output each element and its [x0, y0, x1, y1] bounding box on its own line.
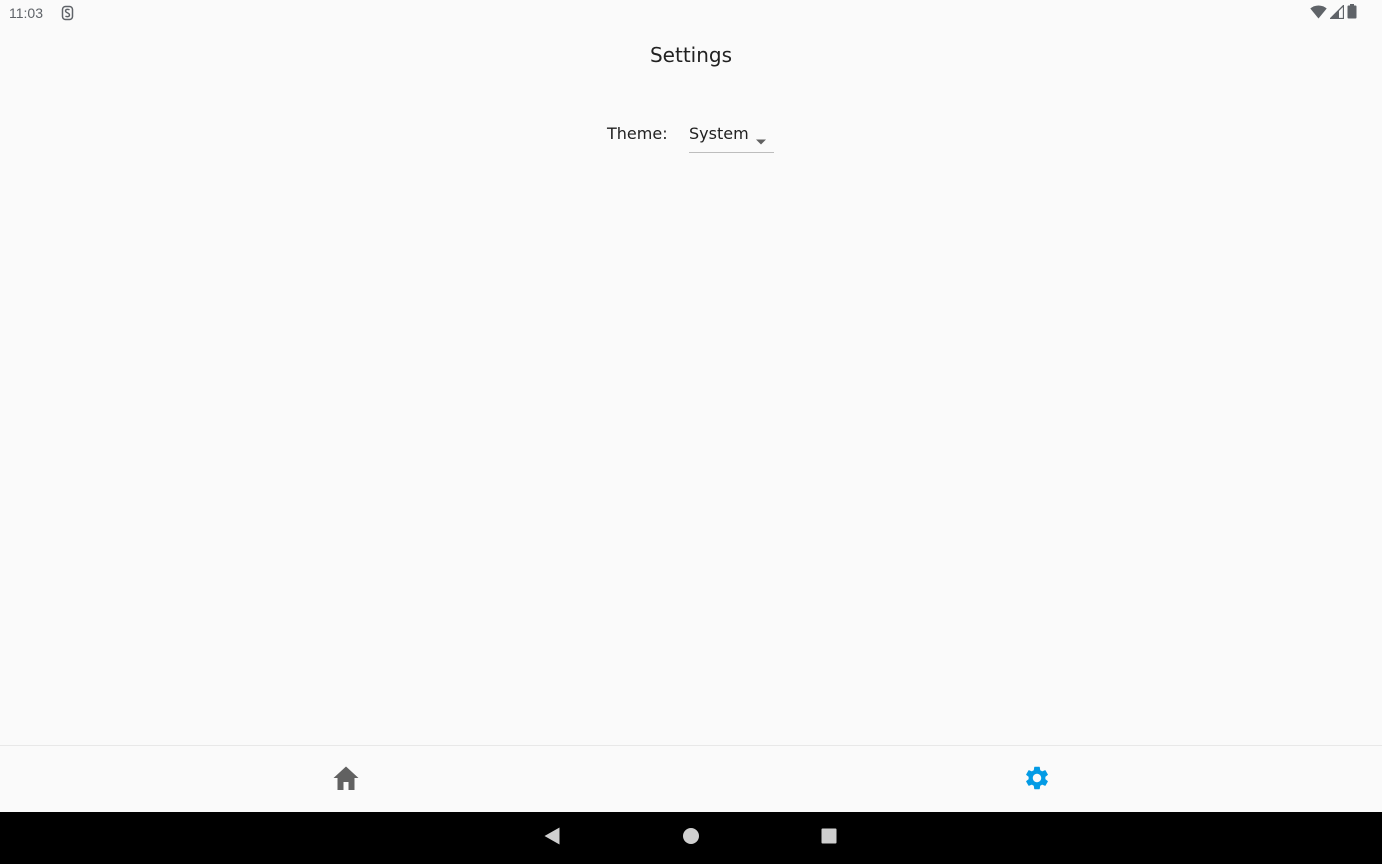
back-icon: [543, 826, 561, 850]
wifi-icon: [1310, 4, 1327, 23]
battery-icon: [1347, 3, 1357, 23]
status-time: 11:03: [9, 5, 43, 21]
theme-selected-value: System: [689, 124, 749, 143]
cell-signal-icon: [1328, 3, 1345, 23]
system-navigation-bar: [0, 812, 1382, 864]
recents-icon: [820, 827, 838, 849]
status-icons: [1310, 3, 1357, 23]
home-circle-icon: [682, 827, 700, 849]
dropdown-arrow-icon: [755, 131, 767, 145]
system-recents-button[interactable]: [817, 826, 841, 850]
theme-dropdown[interactable]: System: [689, 122, 774, 153]
home-icon: [332, 765, 360, 795]
s-notification-icon: [61, 5, 74, 21]
page-title: Settings: [649, 43, 733, 67]
nav-home-tab[interactable]: [0, 746, 691, 813]
nav-settings-tab[interactable]: [691, 746, 1382, 813]
status-bar: 11:03: [0, 0, 1382, 28]
theme-label: Theme:: [607, 124, 668, 143]
gear-icon: [1023, 764, 1051, 796]
system-home-button[interactable]: [679, 826, 703, 850]
screen: 11:03 Settings Theme: System: [0, 0, 1382, 864]
system-back-button[interactable]: [540, 826, 564, 850]
bottom-navigation-bar: [0, 745, 1382, 813]
